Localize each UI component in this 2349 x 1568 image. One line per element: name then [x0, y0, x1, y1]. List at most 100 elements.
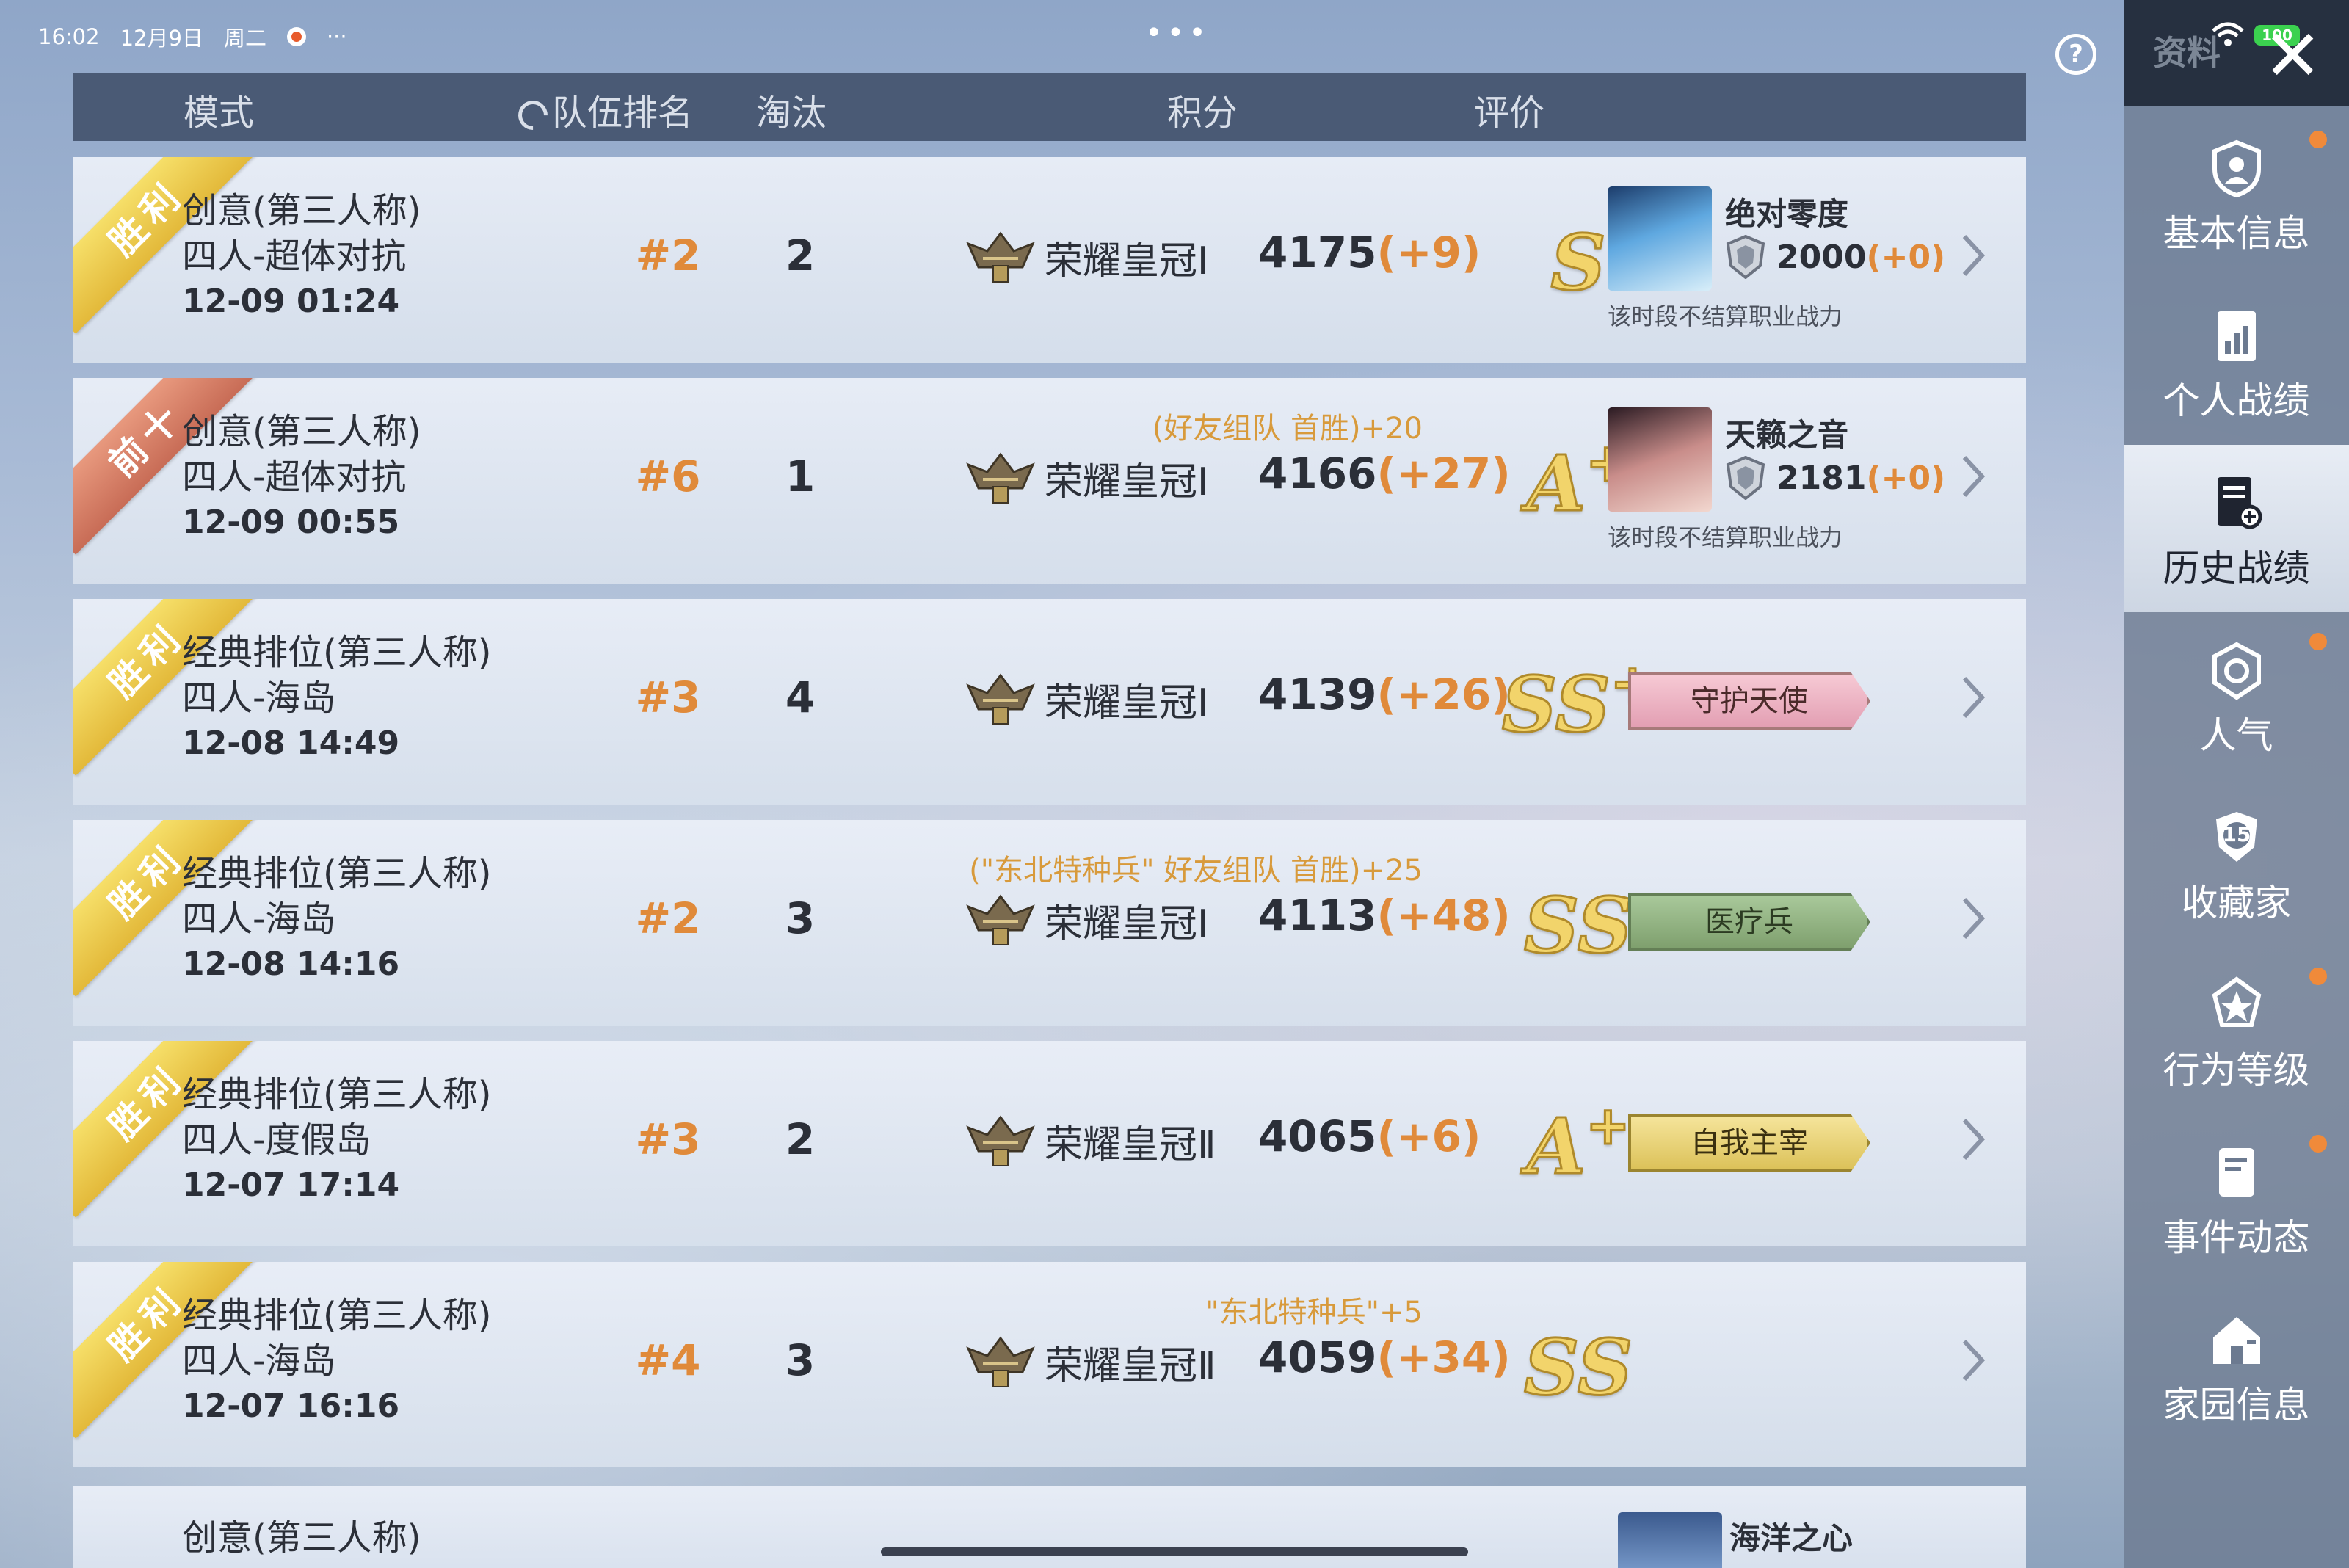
score-delta: (+9): [1376, 228, 1481, 277]
stats-doc-icon: [2218, 311, 2256, 361]
chevron-right-icon[interactable]: [1960, 896, 1985, 940]
match-time: 12-08 14:49: [182, 725, 400, 762]
status-bar: 16:02 12月9日 周二 ···: [38, 22, 347, 51]
mvp-note: 该时段不结算职业战力: [1608, 523, 1843, 551]
header-team-rank[interactable]: 队伍排名: [512, 84, 693, 137]
sidebar-title: 资料: [2153, 33, 2221, 73]
match-info: 创意(第三人称) 四人-超体对抗 12-09 01:24: [182, 188, 421, 324]
score-value: 4166(+27): [1258, 449, 1511, 498]
tier-name: 荣耀皇冠Ⅱ: [1045, 1343, 1216, 1388]
team-rank: #4: [635, 1335, 701, 1385]
mvp-note: 该时段不结算职业战力: [1608, 302, 1843, 330]
sidebar-item-7[interactable]: 家园信息: [2124, 1282, 2349, 1449]
sidebar-item-2[interactable]: 历史战绩: [2124, 445, 2349, 612]
team-rank: #6: [635, 451, 701, 501]
mvp-power-value: 2181: [1776, 459, 1867, 497]
sidebar-item-0[interactable]: 基本信息: [2124, 110, 2349, 277]
bonus-text: "东北特种兵"+5: [1205, 1296, 1423, 1329]
tier-label: 荣耀皇冠Ⅱ: [965, 1113, 1216, 1169]
crown-tier-icon: [966, 1115, 1035, 1166]
header-rating: 评价: [1474, 92, 1545, 134]
chevron-right-icon[interactable]: [1960, 1338, 1985, 1382]
kill-count: 1: [785, 451, 816, 501]
match-row[interactable]: 胜利 经典排位(第三人称) 四人-海岛 12-08 14:16 #2 3 ("东北…: [73, 820, 2026, 1026]
mvp-card[interactable]: 天籁之音 2181 (+0) 该时段不结算职业战力: [1608, 407, 1945, 569]
score-total: 4113: [1258, 890, 1377, 940]
status-time: 16:02: [38, 24, 100, 49]
match-mode: 经典排位(第三人称): [182, 1295, 492, 1336]
close-icon[interactable]: ✕: [2263, 21, 2322, 91]
tier-label: 荣耀皇冠Ⅰ: [965, 450, 1208, 506]
sidebar-item-label: 个人战绩: [2163, 380, 2310, 422]
history-doc-icon: [2218, 477, 2262, 529]
bonus-text: (好友组队 首胜)+20: [1152, 412, 1423, 446]
sidebar-item-label: 事件动态: [2163, 1216, 2310, 1259]
match-time: 12-07 16:16: [182, 1387, 400, 1425]
match-submode: 四人-度假岛: [182, 1119, 371, 1161]
grade-letter: SS: [1523, 879, 1634, 972]
match-time: 12-08 14:16: [182, 945, 400, 983]
help-icon[interactable]: ?: [2055, 34, 2096, 75]
chevron-right-icon[interactable]: [1960, 675, 1985, 719]
sidebar-item-6[interactable]: 事件动态: [2124, 1114, 2349, 1282]
match-mode: 创意(第三人称): [182, 411, 421, 452]
tier-name: 荣耀皇冠Ⅰ: [1045, 239, 1209, 283]
sidebar-item-label: 行为等级: [2163, 1049, 2310, 1092]
home-indicator[interactable]: [881, 1547, 1468, 1556]
tier-name: 荣耀皇冠Ⅱ: [1045, 1122, 1216, 1167]
title-badge[interactable]: 守护天使: [1628, 672, 1870, 730]
match-row[interactable]: 胜利 经典排位(第三人称) 四人-海岛 12-07 16:16 #4 3 "东北特…: [73, 1262, 2026, 1467]
score-value: 4139(+26): [1258, 669, 1511, 719]
match-row[interactable]: 胜利 经典排位(第三人称) 四人-海岛 12-08 14:49 #3 4 荣耀皇…: [73, 599, 2026, 805]
behavior-star-icon: [2212, 976, 2262, 1027]
sidebar-item-3[interactable]: 人气: [2124, 612, 2349, 780]
tier-label: 荣耀皇冠Ⅰ: [965, 671, 1208, 727]
chevron-right-icon[interactable]: [1960, 454, 1985, 498]
title-badge[interactable]: 自我主宰: [1628, 1114, 1870, 1172]
sidebar-item-1[interactable]: 个人战绩: [2124, 277, 2349, 445]
header-mode: 模式: [184, 92, 255, 134]
match-submode: 四人-海岛: [182, 899, 336, 940]
sidebar-item-label: 基本信息: [2163, 212, 2310, 255]
shield-icon: [1726, 235, 1765, 279]
team-rank: #3: [635, 672, 701, 722]
match-mode: 创意(第三人称): [182, 190, 421, 231]
notification-dot: [2309, 968, 2327, 985]
sidebar: 资料 100 ✕ 基本信息 个人战绩 历史战绩 人气 15 收藏家 行为等级 事件…: [2124, 0, 2349, 1568]
top-menu-dots[interactable]: •••: [1145, 18, 1210, 48]
title-badge[interactable]: 医疗兵: [1628, 893, 1870, 951]
mvp-power-delta: (+0): [1866, 238, 1946, 276]
mvp-name: 海洋之心: [1729, 1520, 1854, 1556]
kill-count: 2: [785, 1114, 816, 1164]
match-submode: 四人-超体对抗: [182, 236, 407, 277]
kill-count: 4: [785, 672, 816, 722]
match-row[interactable]: 前十 创意(第三人称) 四人-超体对抗 12-09 00:55 #6 1 (好友组…: [73, 378, 2026, 584]
match-row[interactable]: 胜利 经典排位(第三人称) 四人-度假岛 12-07 17:14 #3 2 荣耀…: [73, 1041, 2026, 1246]
tier-label: 荣耀皇冠Ⅰ: [965, 229, 1208, 285]
refresh-icon[interactable]: [512, 94, 554, 137]
chevron-right-icon[interactable]: [1960, 1117, 1985, 1161]
team-rank: #2: [635, 231, 701, 280]
crown-tier-icon: [966, 1336, 1035, 1387]
mvp-name: 绝对零度: [1725, 196, 1849, 232]
sidebar-item-label: 历史战绩: [2163, 547, 2310, 589]
wifi-icon: [2212, 22, 2244, 46]
match-time: 12-09 01:24: [182, 283, 400, 320]
match-row[interactable]: 胜利 创意(第三人称) 四人-超体对抗 12-09 01:24 #2 2 荣耀皇…: [73, 157, 2026, 363]
sidebar-item-4[interactable]: 15 收藏家: [2124, 780, 2349, 947]
score-total: 4175: [1258, 228, 1377, 277]
score-value: 4175(+9): [1258, 228, 1481, 277]
mvp-name: 天籁之音: [1725, 417, 1849, 453]
profile-shield-icon: [2212, 139, 2261, 198]
collector-level: 15: [2222, 822, 2251, 846]
match-submode: 四人-超体对抗: [182, 457, 407, 498]
sidebar-item-5[interactable]: 行为等级: [2124, 947, 2349, 1114]
mvp-power: 2181 (+0): [1725, 456, 1945, 500]
home-icon: [2213, 1317, 2260, 1364]
team-rank: #2: [635, 893, 701, 943]
sidebar-item-label: 收藏家: [2181, 882, 2292, 924]
chevron-right-icon[interactable]: [1960, 233, 1985, 277]
match-submode: 四人-海岛: [182, 1340, 336, 1382]
notification-dot: [2309, 1135, 2327, 1153]
mvp-card[interactable]: 绝对零度 2000 (+0) 该时段不结算职业战力: [1608, 186, 1945, 348]
